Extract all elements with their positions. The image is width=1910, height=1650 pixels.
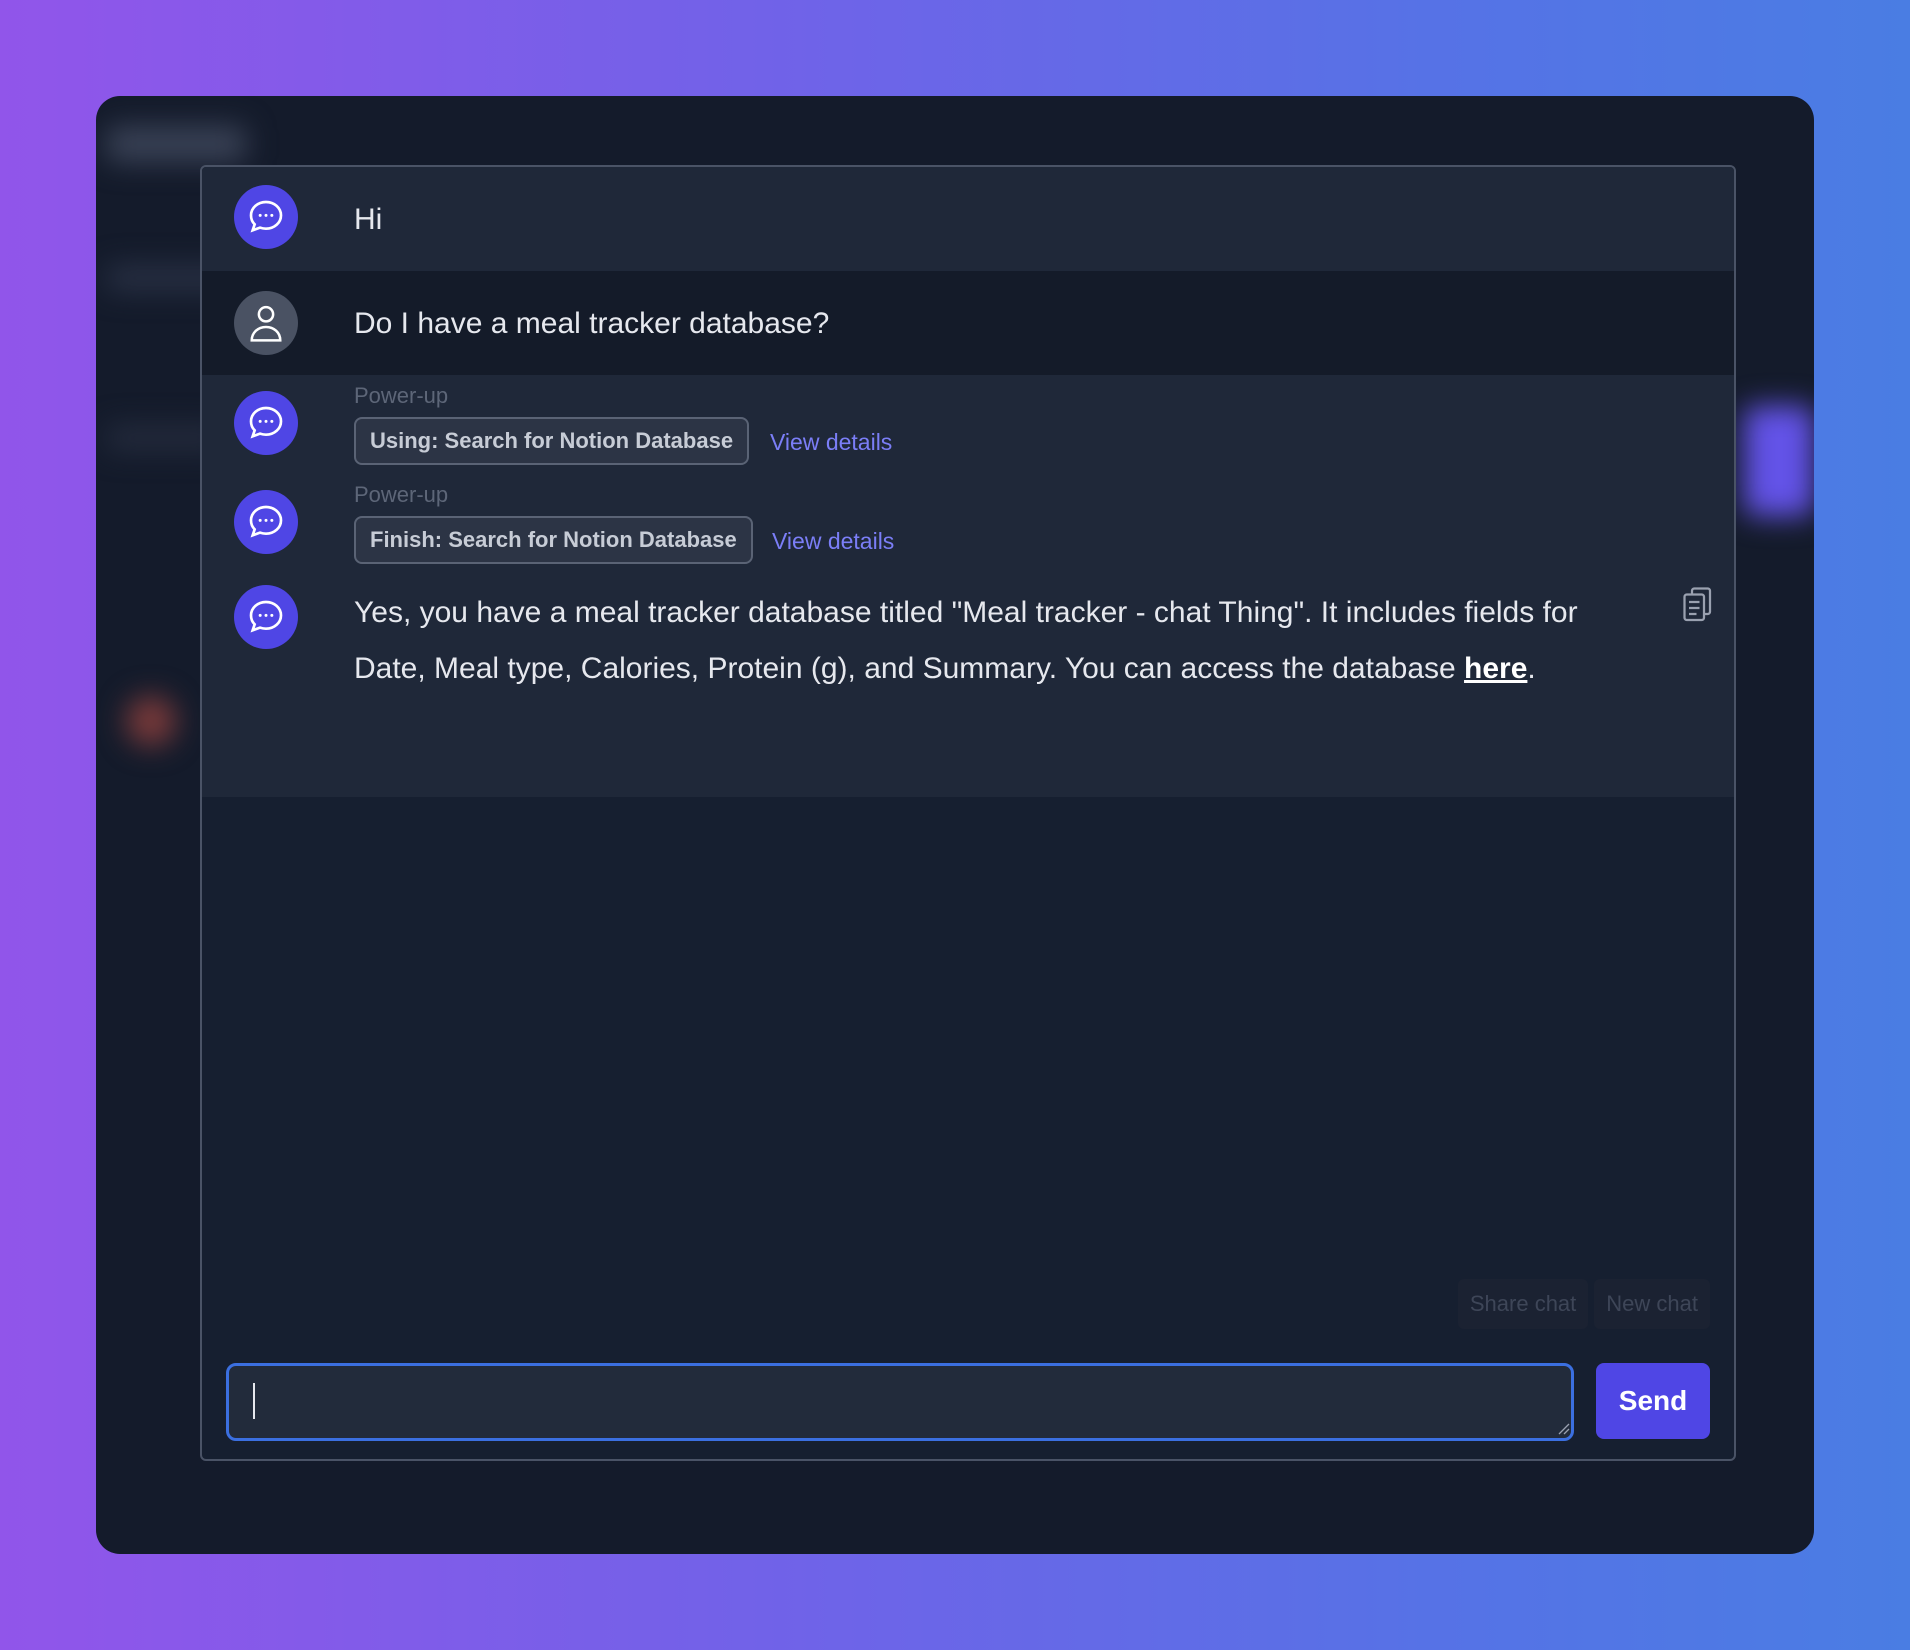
answer-body: Yes, you have a meal tracker database ti… xyxy=(354,596,1578,685)
view-details-link[interactable]: View details xyxy=(772,528,894,555)
answer-suffix: . xyxy=(1527,652,1536,685)
chat-panel: Hi Do I have a meal tracker database? Po… xyxy=(200,165,1736,1461)
text-caret xyxy=(253,1383,255,1419)
view-details-link[interactable]: View details xyxy=(770,429,892,456)
bot-message-answer: Yes, you have a meal tracker database ti… xyxy=(202,573,1734,797)
chat-bubble-icon xyxy=(234,391,298,455)
message-text: Hi xyxy=(354,203,383,236)
answer-text: Yes, you have a meal tracker database ti… xyxy=(354,585,1614,697)
send-button[interactable]: Send xyxy=(1596,1363,1710,1439)
resize-grip-icon[interactable] xyxy=(1556,1421,1570,1435)
app-window: Hi Do I have a meal tracker database? Po… xyxy=(96,96,1814,1554)
user-icon xyxy=(234,291,298,355)
powerup-message: Power-up Using: Search for Notion Databa… xyxy=(202,375,1734,474)
new-chat-button[interactable]: New chat xyxy=(1594,1279,1710,1329)
chat-bubble-icon xyxy=(234,490,298,554)
message-input[interactable] xyxy=(226,1363,1574,1441)
powerup-status-pill: Using: Search for Notion Database xyxy=(354,417,750,465)
chat-bubble-icon xyxy=(234,585,298,649)
composer: Send xyxy=(226,1363,1710,1441)
clipboard-icon[interactable] xyxy=(1680,585,1716,625)
user-message: Do I have a meal tracker database? xyxy=(202,271,1734,375)
powerup-label: Power-up xyxy=(354,383,449,408)
chat-bubble-icon xyxy=(234,185,298,249)
bot-message-greeting: Hi xyxy=(202,167,1734,271)
database-link[interactable]: here xyxy=(1464,652,1527,685)
message-text: Do I have a meal tracker database? xyxy=(354,307,830,340)
powerup-status-pill: Finish: Search for Notion Database xyxy=(354,516,753,564)
powerup-message: Power-up Finish: Search for Notion Datab… xyxy=(202,474,1734,573)
share-chat-button[interactable]: Share chat xyxy=(1457,1279,1589,1329)
powerup-label: Power-up xyxy=(354,482,449,507)
chat-actions: Share chat New chat xyxy=(1457,1279,1710,1329)
